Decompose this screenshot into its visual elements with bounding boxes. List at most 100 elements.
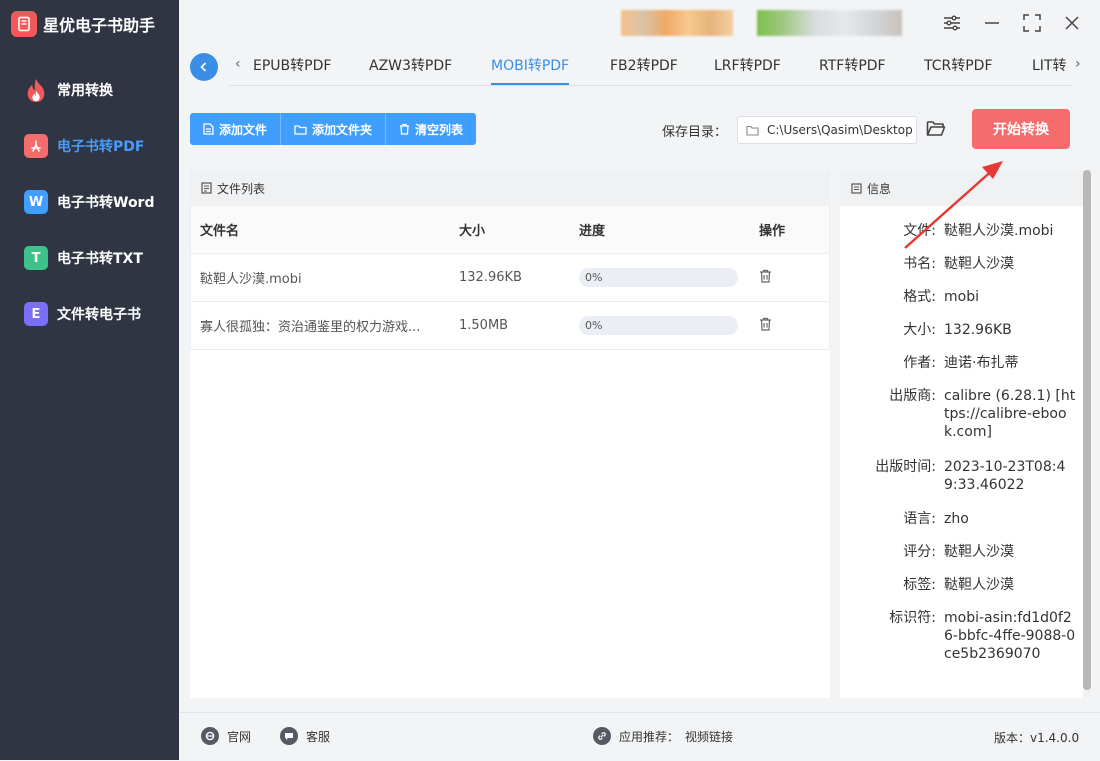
recommend-value[interactable]: 视频链接: [685, 728, 733, 745]
chat-bubble-icon: [280, 727, 298, 745]
format-tabs: ‹ EPUB转PDF AZW3转PDF MOBI转PDF FB2转PDF LRF…: [179, 46, 1100, 86]
info-key: 出版时间:: [875, 459, 936, 475]
info-value: calibre (6.28.1) [https://calibre-ebook.…: [944, 388, 1076, 440]
sidebar-item-label: 电子书转TXT: [57, 251, 143, 267]
file-name: 鞑靼人沙漠.mobi: [200, 272, 302, 287]
col-header-size: 大小: [459, 224, 486, 239]
recommend-label: 应用推荐：: [619, 729, 680, 744]
info-key: 格式:: [903, 289, 936, 305]
cell-progress: 0%: [579, 302, 749, 349]
file-list-panel: 文件列表 文件名 大小 进度 操作 鞑靼人沙漠.mobi 132.96KB 0%…: [190, 170, 830, 698]
info-value: 鞑靼人沙漠: [944, 544, 1014, 560]
info-value: 鞑靼人沙漠.mobi: [944, 223, 1054, 239]
tab-azw3-to-pdf[interactable]: AZW3转PDF: [369, 55, 452, 85]
tab-lrf-to-pdf[interactable]: LRF转PDF: [714, 55, 781, 85]
info-title: 信息: [867, 181, 892, 196]
info-value: 132.96KB: [944, 322, 1012, 338]
tab-mobi-to-pdf[interactable]: MOBI转PDF: [491, 55, 570, 85]
browse-folder-icon[interactable]: [926, 120, 946, 141]
cell-action: [759, 254, 819, 301]
support-label: 客服: [306, 729, 331, 744]
start-convert-button[interactable]: 开始转换: [972, 109, 1070, 149]
cell-name: 鞑靼人沙漠.mobi: [200, 254, 450, 301]
info-scrollbar[interactable]: [1083, 170, 1091, 698]
add-folder-button[interactable]: 添加文件夹: [281, 113, 387, 145]
file-size: 1.50MB: [459, 318, 509, 333]
info-value: mobi-asin:fd1d0f26-bbfc-4ffe-9088-0ce5b2…: [944, 610, 1076, 662]
app-logo-icon: [11, 11, 37, 37]
info-value: 鞑靼人沙漠: [944, 256, 1014, 272]
info-key: 作者:: [903, 355, 936, 371]
minimize-icon[interactable]: [980, 11, 1004, 35]
info-value: mobi: [944, 289, 979, 305]
tabs-scroll-left-icon[interactable]: ‹: [235, 56, 241, 72]
col-header-name: 文件名: [200, 224, 240, 239]
save-dir-path: C:\Users\Qasim\Desktop: [767, 123, 913, 137]
file-button-group: 添加文件 添加文件夹 清空列表: [190, 113, 477, 145]
toolbar: 添加文件 添加文件夹 清空列表 保存目录： C:\Users\Qasim\Des…: [179, 86, 1100, 160]
blurred-account-info: [757, 10, 902, 36]
tab-fb2-to-pdf[interactable]: FB2转PDF: [610, 55, 678, 85]
add-file-button[interactable]: 添加文件: [190, 113, 282, 145]
table-header: 文件名 大小 进度 操作: [190, 206, 830, 254]
add-file-label: 添加文件: [219, 122, 268, 137]
col-header-progress: 进度: [579, 224, 606, 239]
settings-sliders-icon[interactable]: [940, 11, 964, 35]
save-dir-input[interactable]: C:\Users\Qasim\Desktop: [737, 116, 917, 144]
title-bar: [179, 0, 1100, 46]
file-name: 寡人很孤独：资治通鉴里的权力游戏...: [200, 320, 421, 335]
progress-bar: 0%: [579, 268, 738, 287]
website-label: 官网: [227, 729, 252, 744]
info-key: 大小:: [903, 322, 936, 338]
txt-icon: T: [24, 246, 48, 270]
table-row[interactable]: 鞑靼人沙漠.mobi 132.96KB 0%: [190, 254, 830, 302]
sidebar: 星优电子书助手 常用转换 电子书转PDF W 电子书转Word T 电子书转TX…: [0, 0, 179, 760]
chevron-left-icon: [200, 62, 207, 72]
delete-row-icon[interactable]: [759, 269, 772, 287]
tab-epub-to-pdf[interactable]: EPUB转PDF: [253, 55, 331, 85]
tabs-scroll-right-icon[interactable]: ›: [1075, 56, 1081, 72]
info-value: zho: [944, 511, 969, 527]
back-button[interactable]: [190, 53, 218, 81]
delete-row-icon[interactable]: [759, 317, 772, 335]
file-size: 132.96KB: [459, 270, 522, 285]
sidebar-item-ebook-to-word[interactable]: W 电子书转Word: [0, 174, 179, 230]
support-link[interactable]: 客服: [280, 727, 330, 745]
info-key: 书名:: [903, 256, 936, 272]
ebook-icon: E: [24, 302, 48, 326]
sidebar-item-ebook-to-pdf[interactable]: 电子书转PDF: [0, 118, 179, 174]
sidebar-item-label: 文件转电子书: [57, 307, 141, 323]
blurred-user-info: [621, 10, 733, 36]
info-key: 标签:: [903, 577, 936, 593]
sidebar-item-file-to-ebook[interactable]: E 文件转电子书: [0, 286, 179, 342]
list-doc-icon: [201, 182, 212, 194]
brand: 星优电子书助手: [11, 10, 155, 38]
sidebar-item-common[interactable]: 常用转换: [0, 62, 179, 118]
sidebar-item-label: 常用转换: [57, 83, 113, 99]
maximize-icon[interactable]: [1020, 11, 1044, 35]
sidebar-item-ebook-to-txt[interactable]: T 电子书转TXT: [0, 230, 179, 286]
info-header: 信息: [840, 170, 1091, 206]
info-doc-icon: [851, 182, 862, 194]
app-title: 星优电子书助手: [43, 16, 156, 35]
website-link[interactable]: 官网: [201, 727, 251, 745]
scrollbar-thumb[interactable]: [1083, 170, 1091, 690]
clear-list-label: 清空列表: [415, 122, 464, 137]
word-icon: W: [24, 190, 48, 214]
table-row[interactable]: 寡人很孤独：资治通鉴里的权力游戏... 1.50MB 0%: [190, 302, 830, 350]
file-list-header: 文件列表: [190, 170, 830, 206]
folder-outline-icon: [746, 125, 759, 136]
close-icon[interactable]: [1060, 11, 1084, 35]
tab-tcr-to-pdf[interactable]: TCR转PDF: [924, 55, 993, 85]
clear-list-button[interactable]: 清空列表: [386, 113, 477, 145]
trash-icon: [400, 123, 410, 135]
sidebar-item-label: 电子书转Word: [57, 195, 155, 211]
progress-text: 0%: [585, 271, 603, 284]
tab-lit-to-pdf[interactable]: LIT转: [1032, 55, 1066, 85]
footer: 官网 客服 应用推荐： 视频链接 版本：v1.4.0.0: [179, 712, 1100, 761]
progress-text: 0%: [585, 319, 603, 332]
version-text: 版本：v1.4.0.0: [994, 731, 1080, 745]
ie-globe-icon: [201, 727, 219, 745]
app-recommend[interactable]: 应用推荐： 视频链接: [593, 727, 733, 745]
tab-rtf-to-pdf[interactable]: RTF转PDF: [819, 55, 886, 85]
